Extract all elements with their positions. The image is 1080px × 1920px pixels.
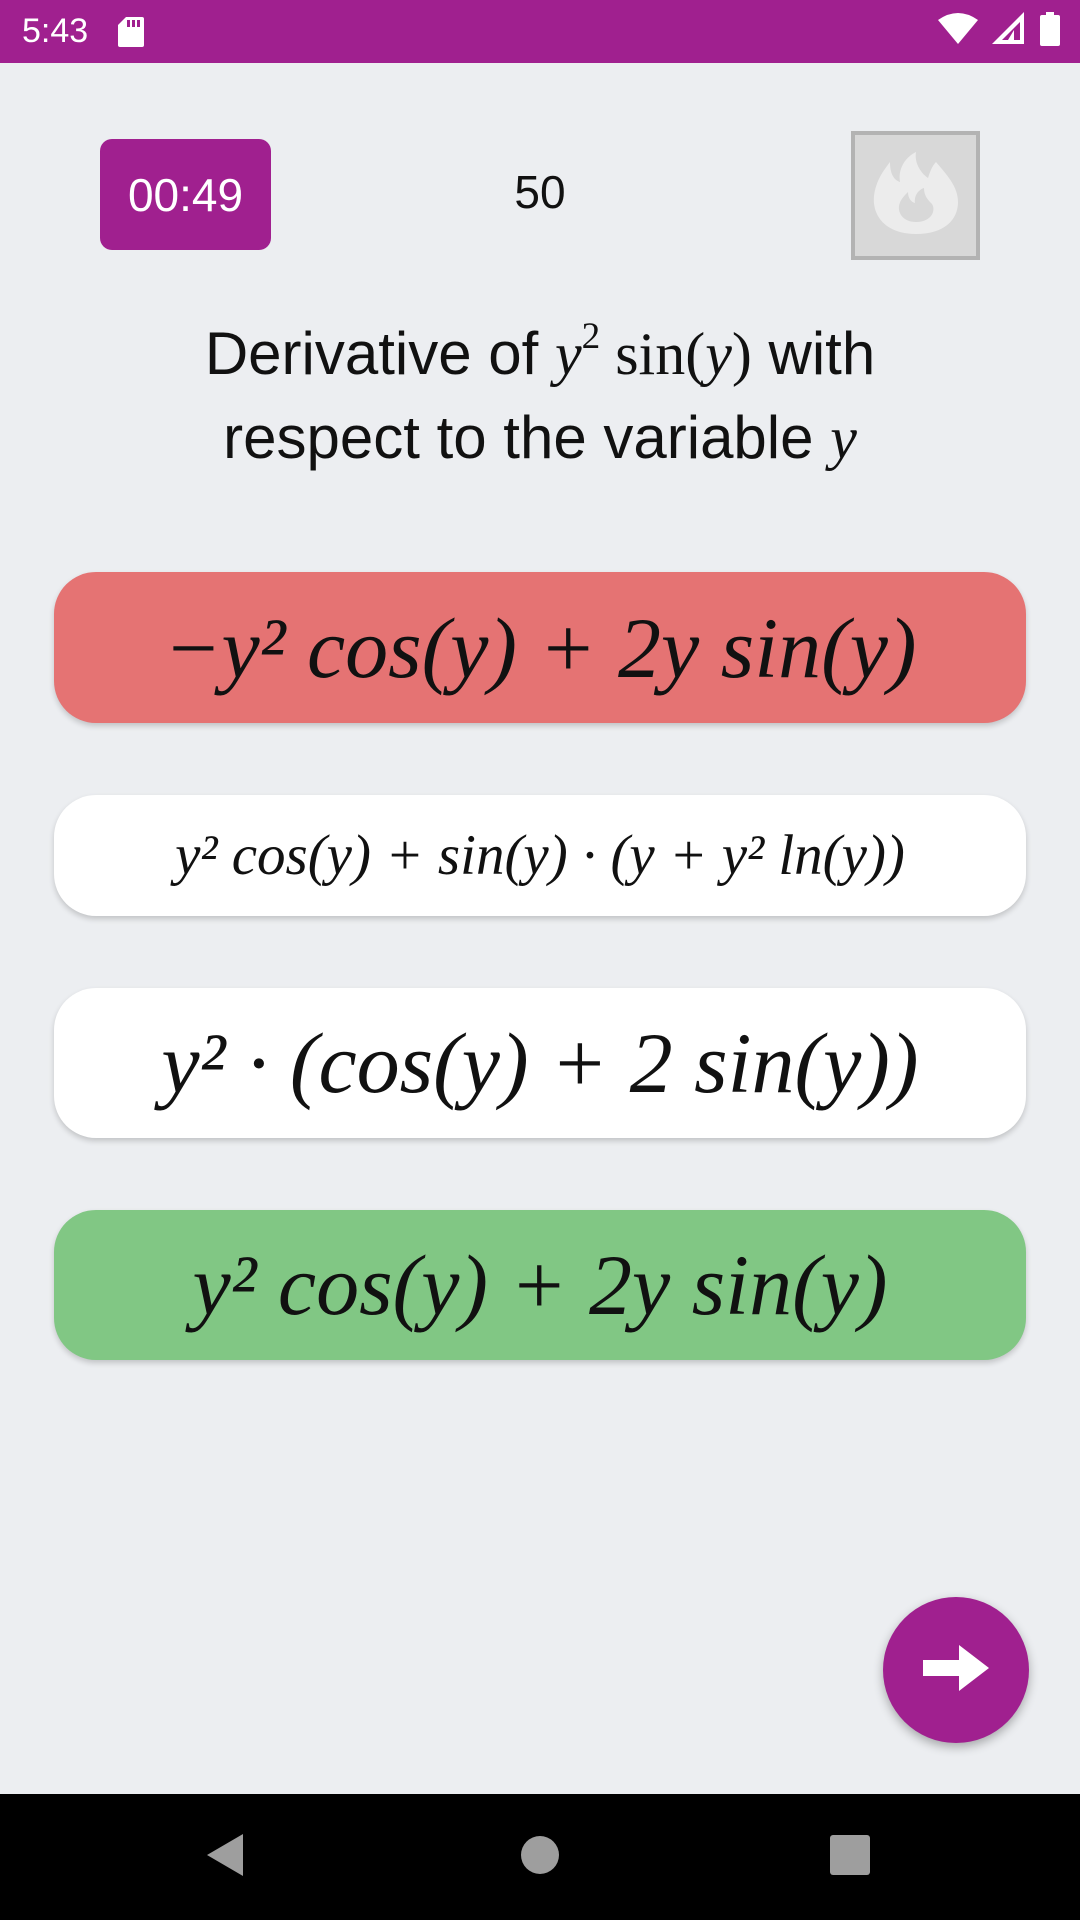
wifi-icon (938, 12, 978, 51)
navigation-bar (0, 1794, 1080, 1920)
next-button[interactable] (883, 1597, 1029, 1743)
question-suffix: with (768, 320, 876, 387)
question-function: y2 sin(y) (554, 315, 752, 387)
status-bar: 5:43 (0, 0, 1080, 63)
answer-option-4[interactable]: y² cos(y) + 2y sin(y) (54, 1210, 1026, 1360)
question-text: Derivative of y2 sin(y) with respect to … (60, 312, 1020, 480)
back-button[interactable] (145, 1794, 305, 1920)
answer-option-2[interactable]: y² cos(y) + sin(y) · (y + y² ln(y)) (54, 795, 1026, 916)
answer-option-1[interactable]: −y² cos(y) + 2y sin(y) (54, 572, 1026, 723)
home-icon (520, 1835, 560, 1880)
arrow-right-icon (923, 1644, 989, 1696)
score-display: 50 (514, 166, 566, 218)
question-prefix: Derivative of (204, 320, 539, 387)
battery-icon (1040, 12, 1060, 51)
question-variable: y (830, 405, 857, 471)
timer-text: 00:49 (127, 168, 244, 221)
sd-card-icon (118, 16, 145, 47)
status-time: 5:43 (22, 12, 89, 50)
answer-expression: −y² cos(y) + 2y sin(y) (163, 599, 917, 696)
back-icon (205, 1832, 245, 1883)
streak-indicator (851, 131, 980, 260)
question-line2: respect to the variable (223, 404, 814, 471)
timer-badge: 00:49 (100, 139, 271, 250)
home-button[interactable] (460, 1794, 620, 1920)
answer-expression: y² cos(y) + 2y sin(y) (192, 1237, 888, 1333)
answer-expression: y² · (cos(y) + 2 sin(y)) (161, 1015, 919, 1111)
signal-icon (992, 12, 1026, 51)
answer-option-3[interactable]: y² · (cos(y) + 2 sin(y)) (54, 988, 1026, 1138)
flame-icon (866, 148, 966, 243)
recents-button[interactable] (770, 1794, 930, 1920)
recents-icon (830, 1834, 870, 1880)
answer-expression: y² cos(y) + sin(y) · (y + y² ln(y)) (175, 824, 905, 887)
